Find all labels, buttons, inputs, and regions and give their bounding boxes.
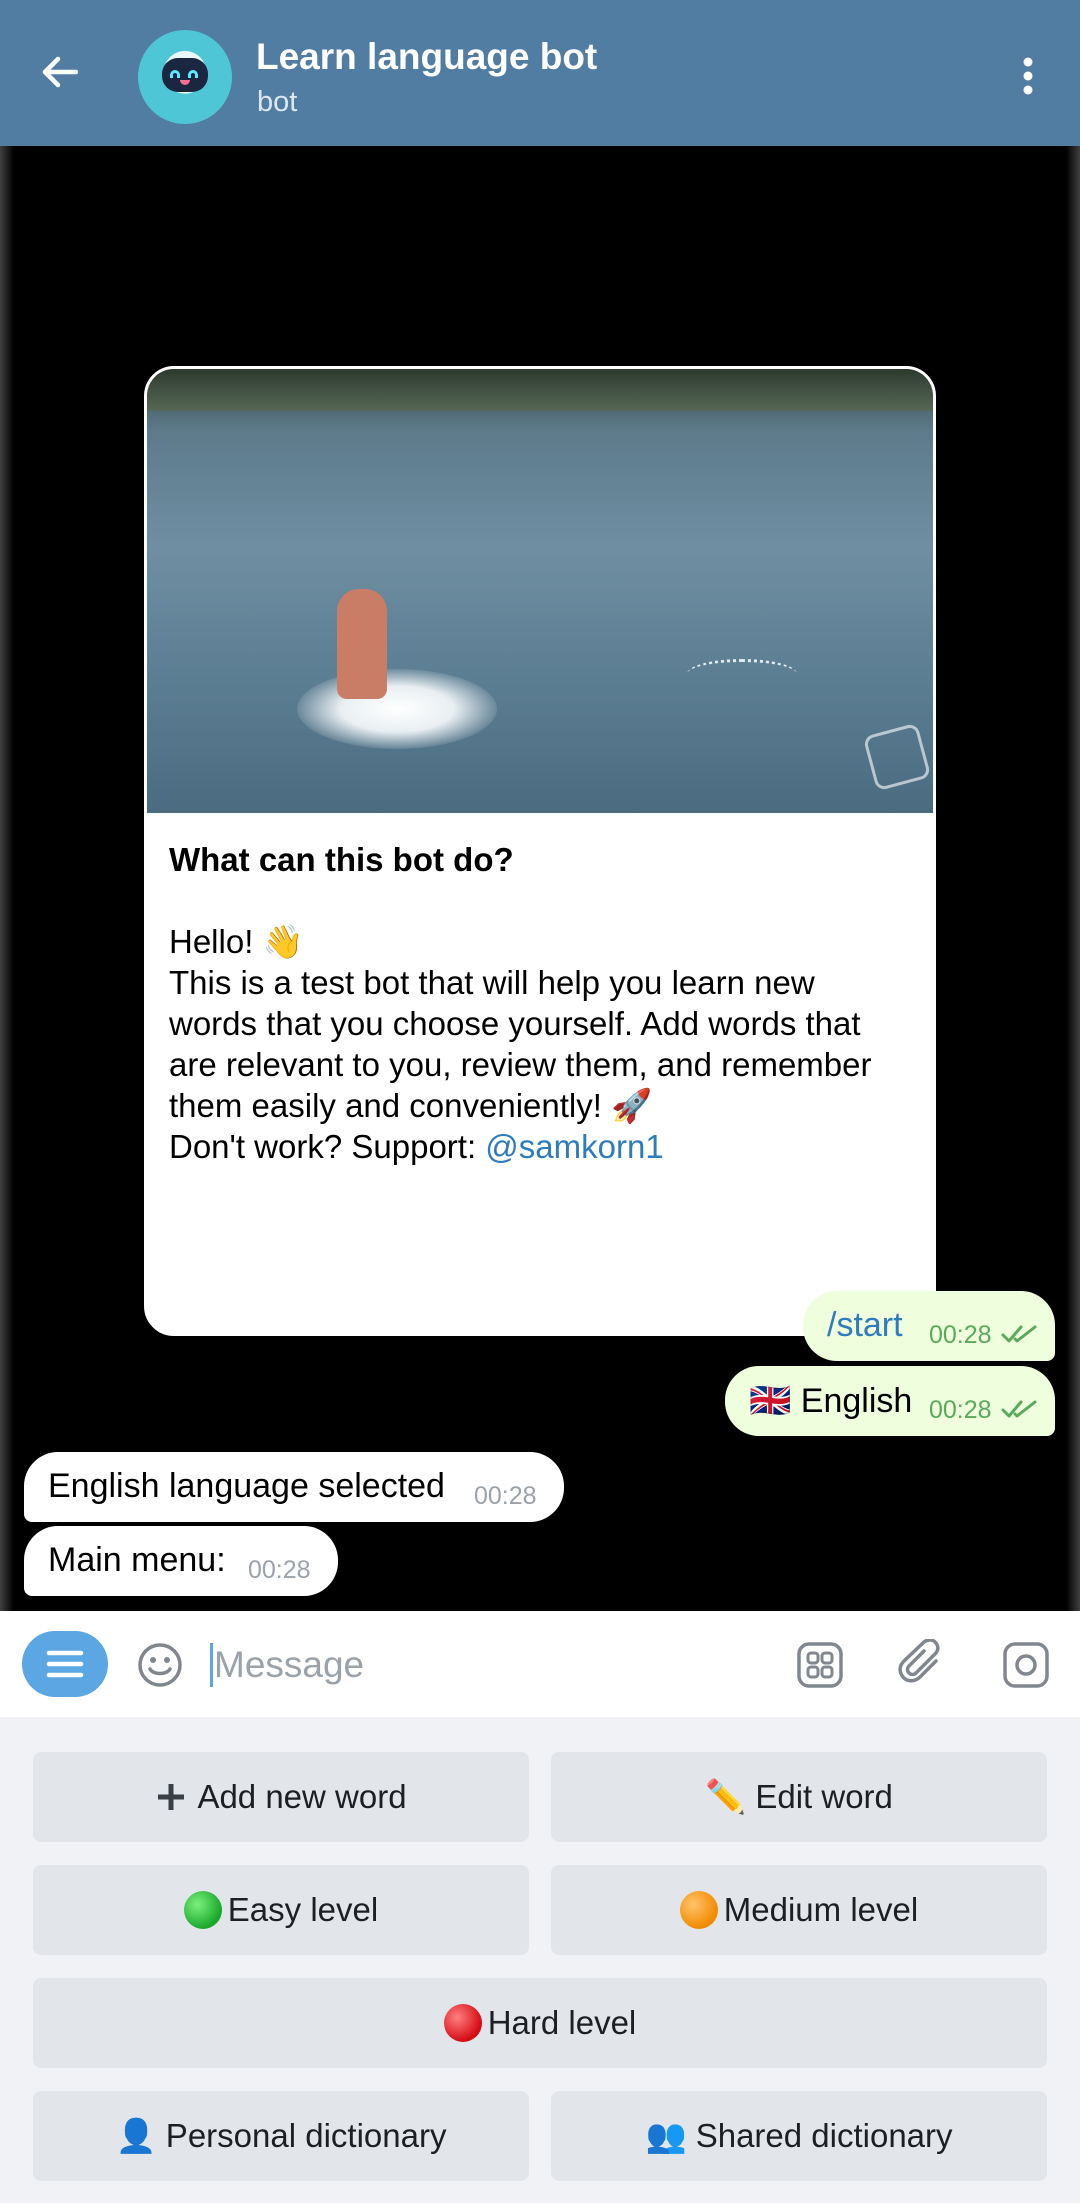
robot-face-icon <box>162 58 208 92</box>
background-glow <box>1066 146 1080 1611</box>
support-line: Don't work? Support: @samkorn1 <box>169 1126 919 1167</box>
intro-description: What can this bot do? Hello! 👋 This is a… <box>169 839 919 1167</box>
bot-intro-card: What can this bot do? Hello! 👋 This is a… <box>144 366 936 1336</box>
back-arrow-icon[interactable] <box>36 48 84 96</box>
water-wave <box>687 659 797 689</box>
green-circle-icon <box>183 1891 222 1929</box>
message-composer <box>0 1611 1080 1717</box>
double-check-icon <box>1001 1325 1037 1343</box>
emoji-icon[interactable] <box>136 1641 184 1689</box>
background-glow <box>0 146 14 1611</box>
message-time: 00:28 <box>929 1396 992 1424</box>
button-label: Medium level <box>723 1891 919 1928</box>
support-prefix: Don't work? Support: <box>169 1128 486 1165</box>
red-circle-icon <box>443 2004 482 2042</box>
button-label: ✏️ Edit word <box>705 1777 893 1815</box>
intro-line: are relevant to you, review them, and re… <box>169 1046 872 1083</box>
message-text: Main menu: <box>48 1541 226 1579</box>
support-link[interactable]: @samkorn1 <box>485 1128 663 1165</box>
button-label: 👥 Shared dictionary <box>645 2116 953 2154</box>
water-splash <box>297 669 497 749</box>
edit-word-button[interactable]: ✏️ Edit word <box>551 1752 1047 1842</box>
outgoing-message[interactable]: /start 00:28 <box>803 1291 1055 1361</box>
keyboard-toggle-icon[interactable] <box>796 1641 844 1689</box>
message-text: English language selected <box>48 1467 445 1505</box>
message-text: 🇬🇧 English <box>749 1382 913 1420</box>
date-separator: June 29 <box>483 1226 592 1258</box>
more-options-icon[interactable] <box>1016 52 1040 100</box>
plus-icon <box>158 1784 185 1810</box>
incoming-message[interactable]: Main menu: 00:28 <box>24 1526 338 1596</box>
button-label: Add new word <box>197 1778 407 1815</box>
bot-reply-keyboard: Add new word ✏️ Edit word Easy level Med… <box>0 1717 1080 2203</box>
button-label: Hard level <box>487 2004 637 2041</box>
intro-line: This is a test bot that will help you le… <box>169 964 815 1001</box>
message-input[interactable] <box>214 1637 754 1693</box>
intro-greeting: Hello! 👋 <box>169 923 304 960</box>
outgoing-message[interactable]: 🇬🇧 English 00:28 <box>725 1366 1055 1436</box>
intro-line: them easily and conveniently! 🚀 <box>169 1087 653 1124</box>
personal-dictionary-button[interactable]: 👤 Personal dictionary <box>33 2091 529 2181</box>
message-time: 00:28 <box>248 1556 311 1584</box>
attach-icon[interactable] <box>898 1638 948 1691</box>
message-time: 00:28 <box>474 1482 537 1510</box>
intro-question: What can this bot do? <box>169 841 514 878</box>
orange-circle-icon <box>679 1891 718 1929</box>
menu-lines-icon <box>46 1650 84 1678</box>
hard-level-button[interactable]: Hard level <box>33 1978 1047 2068</box>
easy-level-button[interactable]: Easy level <box>33 1865 529 1955</box>
watermark-logo-icon <box>862 722 932 792</box>
camera-icon[interactable] <box>1002 1641 1050 1689</box>
message-time: 00:28 <box>929 1321 992 1349</box>
double-check-icon <box>1001 1400 1037 1418</box>
button-label: Easy level <box>227 1891 379 1928</box>
jetski-rider <box>337 589 387 699</box>
add-new-word-button[interactable]: Add new word <box>33 1752 529 1842</box>
intro-line: words that you choose yourself. Add word… <box>169 1005 861 1042</box>
bot-menu-button[interactable] <box>22 1631 108 1697</box>
message-text[interactable]: /start <box>827 1306 903 1345</box>
bot-avatar[interactable] <box>138 30 232 124</box>
shared-dictionary-button[interactable]: 👥 Shared dictionary <box>551 2091 1047 2181</box>
incoming-message[interactable]: English language selected 00:28 <box>24 1452 564 1522</box>
chat-title[interactable]: Learn language bot <box>256 36 597 78</box>
intro-animation[interactable] <box>147 369 933 813</box>
button-label: 👤 Personal dictionary <box>115 2116 447 2154</box>
text-cursor <box>210 1643 213 1687</box>
medium-level-button[interactable]: Medium level <box>551 1865 1047 1955</box>
chat-subtitle: bot <box>257 86 298 118</box>
chat-area[interactable]: What can this bot do? Hello! 👋 This is a… <box>0 146 1080 1611</box>
shore-trees <box>147 369 933 411</box>
chat-header: Learn language bot bot <box>0 0 1080 146</box>
